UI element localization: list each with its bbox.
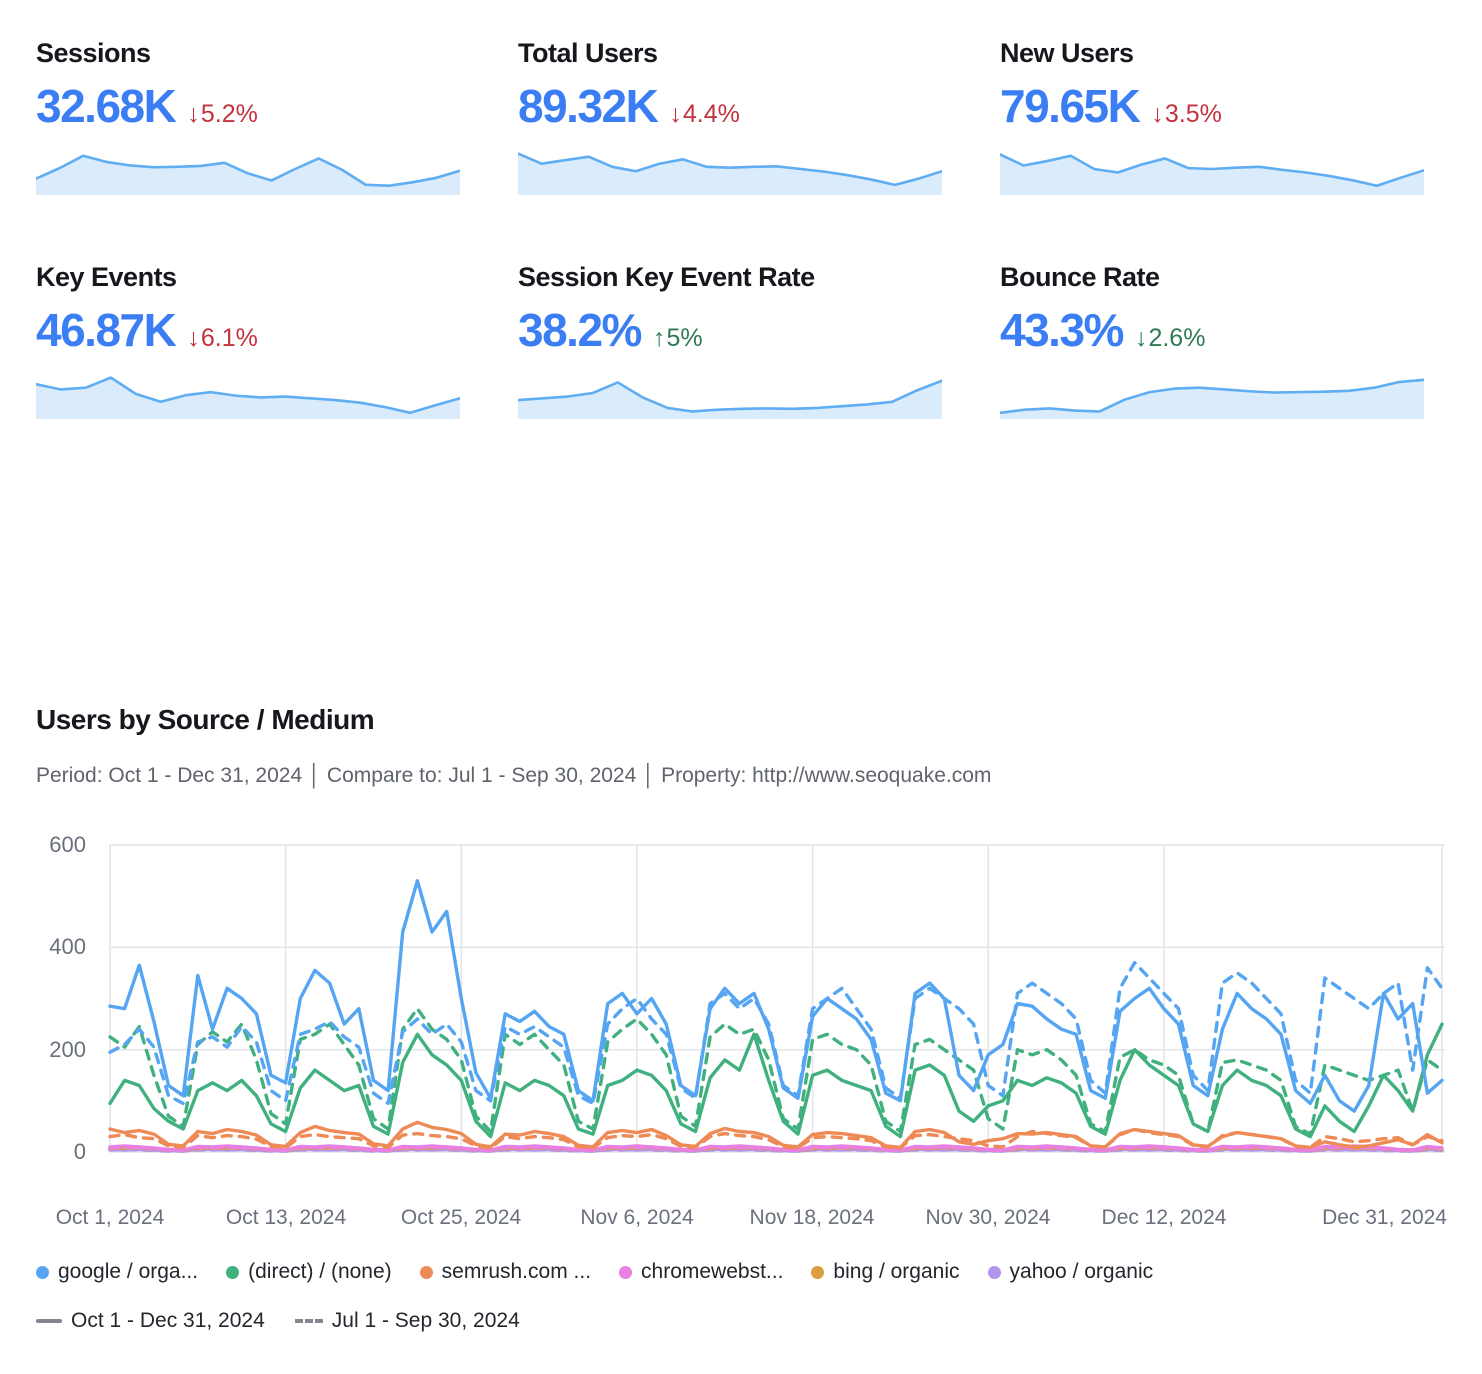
down-arrow-icon: ↓	[187, 100, 200, 128]
section-subtitle: Period: Oct 1 - Dec 31, 2024 │ Compare t…	[36, 764, 991, 788]
line-chart	[0, 820, 1482, 1250]
kpi-title: Total Users	[518, 36, 942, 70]
kpi-value: 89.32K	[518, 82, 657, 130]
x-axis-tick: Nov 6, 2024	[580, 1206, 693, 1230]
kpi-card-bounce-rate: Bounce Rate 43.3% ↓2.6%	[1000, 260, 1424, 419]
legend-label: yahoo / organic	[1010, 1260, 1154, 1284]
down-arrow-icon: ↓	[1151, 100, 1164, 128]
legend-item-semrush[interactable]: semrush.com ...	[420, 1260, 591, 1284]
legend-dot-icon	[988, 1266, 1001, 1279]
section-title: Users by Source / Medium	[36, 704, 374, 736]
kpi-delta: ↓4.4%	[669, 100, 739, 129]
kpi-title: New Users	[1000, 36, 1424, 70]
legend-dot-icon	[420, 1266, 433, 1279]
sparkline-chart	[518, 367, 942, 419]
kpi-value: 32.68K	[36, 82, 175, 130]
kpi-value: 43.3%	[1000, 306, 1123, 354]
sparkline-chart	[36, 143, 460, 195]
dashed-line-icon	[295, 1319, 323, 1323]
chart-legend-sources: google / orga... (direct) / (none) semru…	[36, 1260, 1153, 1284]
legend-label: google / orga...	[58, 1260, 198, 1284]
legend-dot-icon	[619, 1266, 632, 1279]
sparkline-chart	[1000, 143, 1424, 195]
legend-item-chromewebstore[interactable]: chromewebst...	[619, 1260, 783, 1284]
legend-item-yahoo-organic[interactable]: yahoo / organic	[988, 1260, 1154, 1284]
solid-line-icon	[36, 1319, 62, 1323]
x-axis-tick: Dec 31, 2024	[1322, 1206, 1447, 1230]
kpi-delta: ↓5.2%	[187, 100, 257, 129]
kpi-card-sessions: Sessions 32.68K ↓5.2%	[36, 36, 460, 195]
legend-item-direct-none[interactable]: (direct) / (none)	[226, 1260, 392, 1284]
legend-label: bing / organic	[833, 1260, 959, 1284]
kpi-card-key-events: Key Events 46.87K ↓6.1%	[36, 260, 460, 419]
up-arrow-icon: ↑	[653, 324, 666, 352]
sparkline-chart	[1000, 367, 1424, 419]
legend-dot-icon	[226, 1266, 239, 1279]
down-arrow-icon: ↓	[187, 324, 200, 352]
x-axis-tick: Dec 12, 2024	[1102, 1206, 1227, 1230]
kpi-title: Session Key Event Rate	[518, 260, 942, 294]
x-axis-tick: Nov 18, 2024	[750, 1206, 875, 1230]
kpi-title: Sessions	[36, 36, 460, 70]
kpi-card-session-key-event-rate: Session Key Event Rate 38.2% ↑5%	[518, 260, 942, 419]
sparkline-chart	[36, 367, 460, 419]
legend-item-current-period[interactable]: Oct 1 - Dec 31, 2024	[36, 1309, 265, 1333]
kpi-title: Bounce Rate	[1000, 260, 1424, 294]
legend-dot-icon	[811, 1266, 824, 1279]
legend-label: chromewebst...	[641, 1260, 783, 1284]
kpi-card-new-users: New Users 79.65K ↓3.5%	[1000, 36, 1424, 195]
kpi-delta: ↑5%	[653, 324, 703, 353]
legend-item-bing-organic[interactable]: bing / organic	[811, 1260, 959, 1284]
legend-label: Jul 1 - Sep 30, 2024	[332, 1309, 520, 1333]
legend-label: (direct) / (none)	[248, 1260, 392, 1284]
kpi-value: 38.2%	[518, 306, 641, 354]
legend-dot-icon	[36, 1266, 49, 1279]
legend-label: Oct 1 - Dec 31, 2024	[71, 1309, 265, 1333]
legend-item-google-organic[interactable]: google / orga...	[36, 1260, 198, 1284]
legend-item-previous-period[interactable]: Jul 1 - Sep 30, 2024	[295, 1309, 520, 1333]
sparkline-chart	[518, 143, 942, 195]
down-arrow-icon: ↓	[1135, 324, 1148, 352]
kpi-title: Key Events	[36, 260, 460, 294]
analytics-dashboard: Sessions 32.68K ↓5.2% Total Users 89.32K…	[0, 0, 1482, 1374]
kpi-delta: ↓2.6%	[1135, 324, 1205, 353]
chart-legend-periods: Oct 1 - Dec 31, 2024 Jul 1 - Sep 30, 202…	[36, 1309, 520, 1333]
down-arrow-icon: ↓	[669, 100, 682, 128]
x-axis-tick: Oct 25, 2024	[401, 1206, 521, 1230]
x-axis-tick: Oct 13, 2024	[226, 1206, 346, 1230]
x-axis-tick: Oct 1, 2024	[56, 1206, 165, 1230]
kpi-delta: ↓6.1%	[187, 324, 257, 353]
kpi-card-total-users: Total Users 89.32K ↓4.4%	[518, 36, 942, 195]
legend-label: semrush.com ...	[442, 1260, 591, 1284]
x-axis-tick: Nov 30, 2024	[926, 1206, 1051, 1230]
kpi-value: 79.65K	[1000, 82, 1139, 130]
kpi-value: 46.87K	[36, 306, 175, 354]
kpi-delta: ↓3.5%	[1151, 100, 1221, 129]
